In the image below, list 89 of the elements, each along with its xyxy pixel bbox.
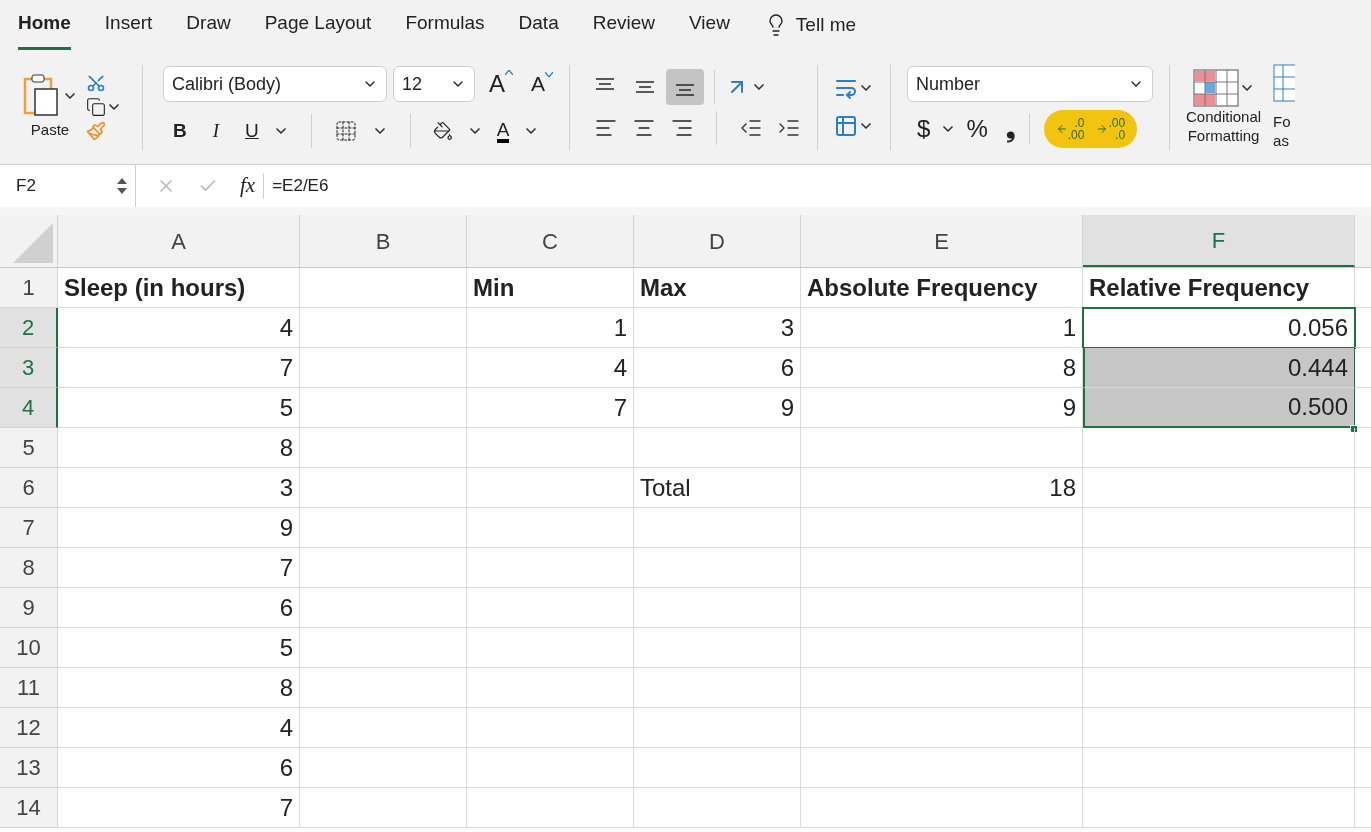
table-cell: 18: [801, 468, 1083, 508]
font-size-dropdown[interactable]: 12: [393, 66, 475, 102]
percent-button[interactable]: %: [966, 111, 988, 147]
table-cell: 1: [467, 308, 634, 348]
ribbon-tab[interactable]: View: [689, 4, 730, 50]
font-name-dropdown[interactable]: Calibri (Body): [163, 66, 387, 102]
ribbon-tab[interactable]: Home: [18, 4, 71, 50]
formula-input[interactable]: =E2/E6: [272, 173, 329, 199]
conditional-formatting-label[interactable]: Conditional Formatting: [1186, 107, 1262, 145]
ribbon-tab[interactable]: Insert: [104, 4, 153, 50]
scissors-icon[interactable]: [86, 72, 106, 93]
fill-handle[interactable]: [1350, 425, 1358, 433]
stepper-icon[interactable]: [117, 177, 127, 195]
row-header[interactable]: 8: [0, 548, 58, 588]
row-header[interactable]: 2: [0, 308, 58, 348]
table-cell: Absolute Frequency: [801, 268, 1083, 308]
function-button[interactable]: fx: [240, 170, 256, 202]
grow-font-button[interactable]: A: [489, 66, 513, 102]
borders-icon[interactable]: [333, 119, 358, 143]
ribbon-tab[interactable]: Data: [518, 4, 559, 50]
align-icon: [636, 78, 655, 96]
table-cell: 9: [58, 508, 300, 548]
table-cell: 5: [58, 628, 300, 668]
table-cell: 7: [467, 388, 634, 428]
italic-button[interactable]: I: [212, 116, 220, 146]
arrow-left-icon: [1055, 123, 1068, 135]
bold-button[interactable]: B: [173, 116, 187, 146]
row-header[interactable]: 1: [0, 268, 58, 308]
row-header[interactable]: 3: [0, 348, 58, 388]
column-header[interactable]: B: [300, 215, 467, 267]
merge-cells-icon[interactable]: [834, 114, 859, 138]
table-cell: 3: [634, 308, 801, 348]
ribbon-tab[interactable]: Review: [592, 4, 655, 50]
table-cell: Max: [634, 268, 801, 308]
row-header[interactable]: 13: [0, 748, 58, 788]
tell-me-label[interactable]: Tell me: [795, 10, 857, 40]
table-cell: 0.056: [1083, 308, 1355, 348]
row-header[interactable]: 11: [0, 668, 58, 708]
shrink-font-button[interactable]: A: [531, 68, 554, 100]
table-cell: 4: [58, 308, 300, 348]
column-header[interactable]: C: [467, 215, 634, 267]
font-color-button[interactable]: A: [496, 119, 510, 143]
row-header[interactable]: 4: [0, 388, 58, 428]
table-cell: Total: [634, 468, 801, 508]
decrease-decimal-button[interactable]: .00 .0: [1096, 117, 1126, 141]
table-cell: 3: [58, 468, 300, 508]
caret-up-icon: [505, 70, 513, 75]
caret-down-icon: [545, 72, 554, 78]
table-cell: 8: [58, 668, 300, 708]
row-header[interactable]: 10: [0, 628, 58, 668]
paste-label[interactable]: Paste: [30, 118, 70, 142]
row-header[interactable]: 9: [0, 588, 58, 628]
underline-button[interactable]: U: [245, 116, 259, 146]
row-header[interactable]: 5: [0, 428, 58, 468]
align-bottom-button[interactable]: [666, 69, 705, 105]
arrow-right-icon: [1096, 123, 1109, 135]
name-box[interactable]: F2: [0, 165, 136, 207]
comma-style-button[interactable]: ❟: [1005, 111, 1015, 147]
row-header[interactable]: 6: [0, 468, 58, 508]
row-header[interactable]: 14: [0, 788, 58, 828]
table-cell: 9: [634, 388, 801, 428]
fill-bucket-icon[interactable]: [432, 121, 453, 141]
table-cell: 7: [58, 788, 300, 828]
number-format-dropdown[interactable]: Number: [907, 66, 1154, 102]
table-cell: 0.500: [1083, 388, 1355, 428]
table-cell: 8: [58, 428, 300, 468]
ribbon-tab[interactable]: Formulas: [405, 4, 485, 50]
table-cell: Min: [467, 268, 634, 308]
table-cell: 7: [58, 348, 300, 388]
table-cell: Sleep (in hours): [58, 268, 300, 308]
row-header[interactable]: 7: [0, 508, 58, 548]
ribbon-tab[interactable]: Draw: [186, 4, 231, 50]
increase-decimal-button[interactable]: .0 .00: [1055, 117, 1085, 141]
table-cell: 0.444: [1083, 348, 1355, 388]
table-cell: 6: [58, 588, 300, 628]
table-cell: 6: [58, 748, 300, 788]
table-cell: 5: [58, 388, 300, 428]
copy-icon[interactable]: [86, 96, 106, 117]
ribbon-tab[interactable]: Page Layout: [264, 4, 372, 50]
format-as-table-label[interactable]: Fo as: [1273, 112, 1291, 150]
column-header[interactable]: F: [1083, 215, 1355, 267]
table-cell: 4: [467, 348, 634, 388]
currency-button[interactable]: $: [917, 111, 931, 147]
table-cell: 7: [58, 548, 300, 588]
row-header[interactable]: 12: [0, 708, 58, 748]
table-cell: 4: [58, 708, 300, 748]
table-cell: 6: [634, 348, 801, 388]
column-header[interactable]: D: [634, 215, 801, 267]
column-header[interactable]: A: [58, 215, 300, 267]
